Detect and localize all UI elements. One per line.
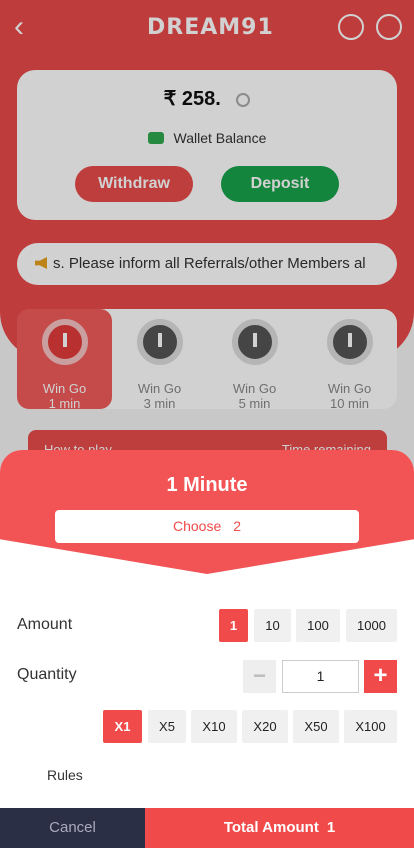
total-amount-button[interactable]: Total Amount 1: [145, 808, 414, 848]
quantity-input[interactable]: 1: [282, 660, 359, 693]
sheet-title: 1 Minute: [166, 474, 248, 496]
amount-option-100[interactable]: 100: [296, 609, 340, 642]
total-amount-value: 1: [326, 819, 336, 836]
amount-option-1[interactable]: 1: [219, 609, 248, 642]
bet-sheet: 1 Minute Choose 2 Amount 1 10 100 1000 Qu…: [0, 450, 414, 848]
amount-option-10[interactable]: 10: [254, 609, 291, 642]
amount-label: Amount: [17, 616, 73, 633]
multiplier-x50[interactable]: X50: [293, 710, 339, 743]
multiplier-x20[interactable]: X20: [242, 710, 288, 743]
multiplier-x100[interactable]: X100: [344, 710, 397, 743]
sheet-footer: Cancel Total Amount 1: [0, 808, 414, 848]
choose-label: Choose: [172, 518, 222, 534]
choose-box: Choose 2: [55, 510, 359, 543]
rules-link[interactable]: Rules: [47, 767, 83, 783]
cancel-button[interactable]: Cancel: [0, 808, 145, 848]
choose-value: 2: [233, 518, 242, 534]
quantity-decrement-button[interactable]: −: [243, 660, 276, 693]
amount-option-1000[interactable]: 1000: [346, 609, 397, 642]
multiplier-x1[interactable]: X1: [103, 710, 142, 743]
multiplier-x5[interactable]: X5: [148, 710, 186, 743]
multiplier-x10[interactable]: X10: [191, 710, 237, 743]
quantity-label: Quantity: [17, 666, 77, 683]
quantity-increment-button[interactable]: +: [364, 660, 397, 693]
total-amount-label: Total Amount: [223, 819, 319, 836]
